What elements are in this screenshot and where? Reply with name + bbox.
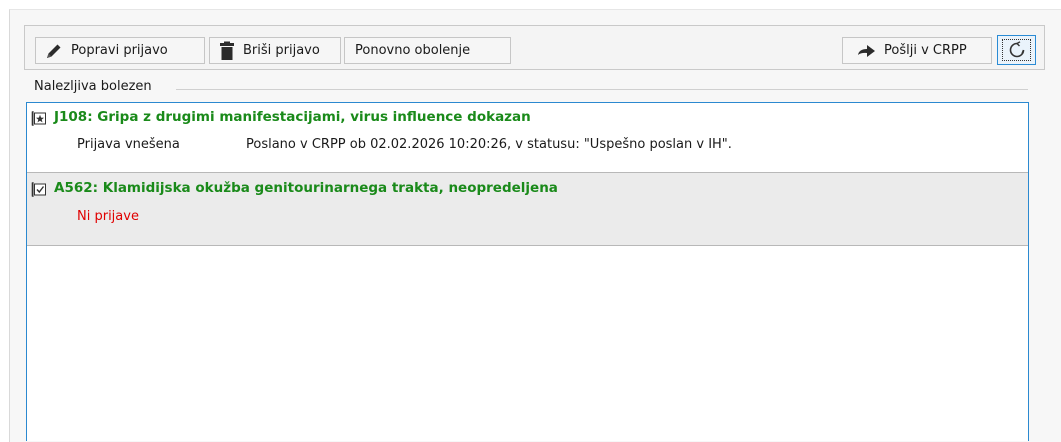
group-label: Nalezljiva bolezen bbox=[32, 79, 155, 94]
forward-arrow-icon bbox=[857, 43, 877, 59]
list-item[interactable]: A562: Klamidijska okužba genitourinarneg… bbox=[27, 173, 1028, 246]
group-divider bbox=[176, 89, 1028, 90]
pencil-icon bbox=[44, 41, 64, 61]
refresh-icon bbox=[1008, 41, 1026, 59]
delete-report-button[interactable]: Briši prijavo bbox=[209, 37, 341, 64]
delete-report-label: Briši prijavo bbox=[243, 43, 320, 58]
send-to-crpp-label: Pošlji v CRPP bbox=[884, 43, 967, 58]
recurrent-illness-button[interactable]: Ponovno obolenje bbox=[344, 37, 511, 64]
report-status-label: Prijava vnešena bbox=[77, 137, 180, 152]
no-report-text: Ni prijave bbox=[77, 209, 139, 224]
recurrent-illness-label: Ponovno obolenje bbox=[355, 43, 471, 58]
refresh-focus-box bbox=[1002, 39, 1031, 61]
edit-report-button[interactable]: Popravi prijavo bbox=[35, 37, 205, 64]
star-checkbox-icon[interactable] bbox=[31, 110, 48, 127]
checked-checkbox-icon[interactable] bbox=[31, 181, 48, 198]
report-status-detail: Poslano v CRPP ob 02.02.2026 10:20:26, v… bbox=[246, 137, 732, 152]
disease-list[interactable]: J108: Gripa z drugimi manifestacijami, v… bbox=[26, 102, 1029, 441]
send-to-crpp-button[interactable]: Pošlji v CRPP bbox=[842, 37, 992, 64]
refresh-button[interactable] bbox=[997, 35, 1036, 65]
list-item[interactable]: J108: Gripa z drugimi manifestacijami, v… bbox=[27, 103, 1028, 173]
edit-report-label: Popravi prijavo bbox=[71, 43, 168, 58]
toolbar: Popravi prijavo Briši prijavo Ponovno ob… bbox=[24, 25, 1045, 70]
disease-title: A562: Klamidijska okužba genitourinarneg… bbox=[54, 180, 558, 196]
disease-title: J108: Gripa z drugimi manifestacijami, v… bbox=[54, 109, 531, 125]
trash-icon bbox=[218, 41, 236, 61]
